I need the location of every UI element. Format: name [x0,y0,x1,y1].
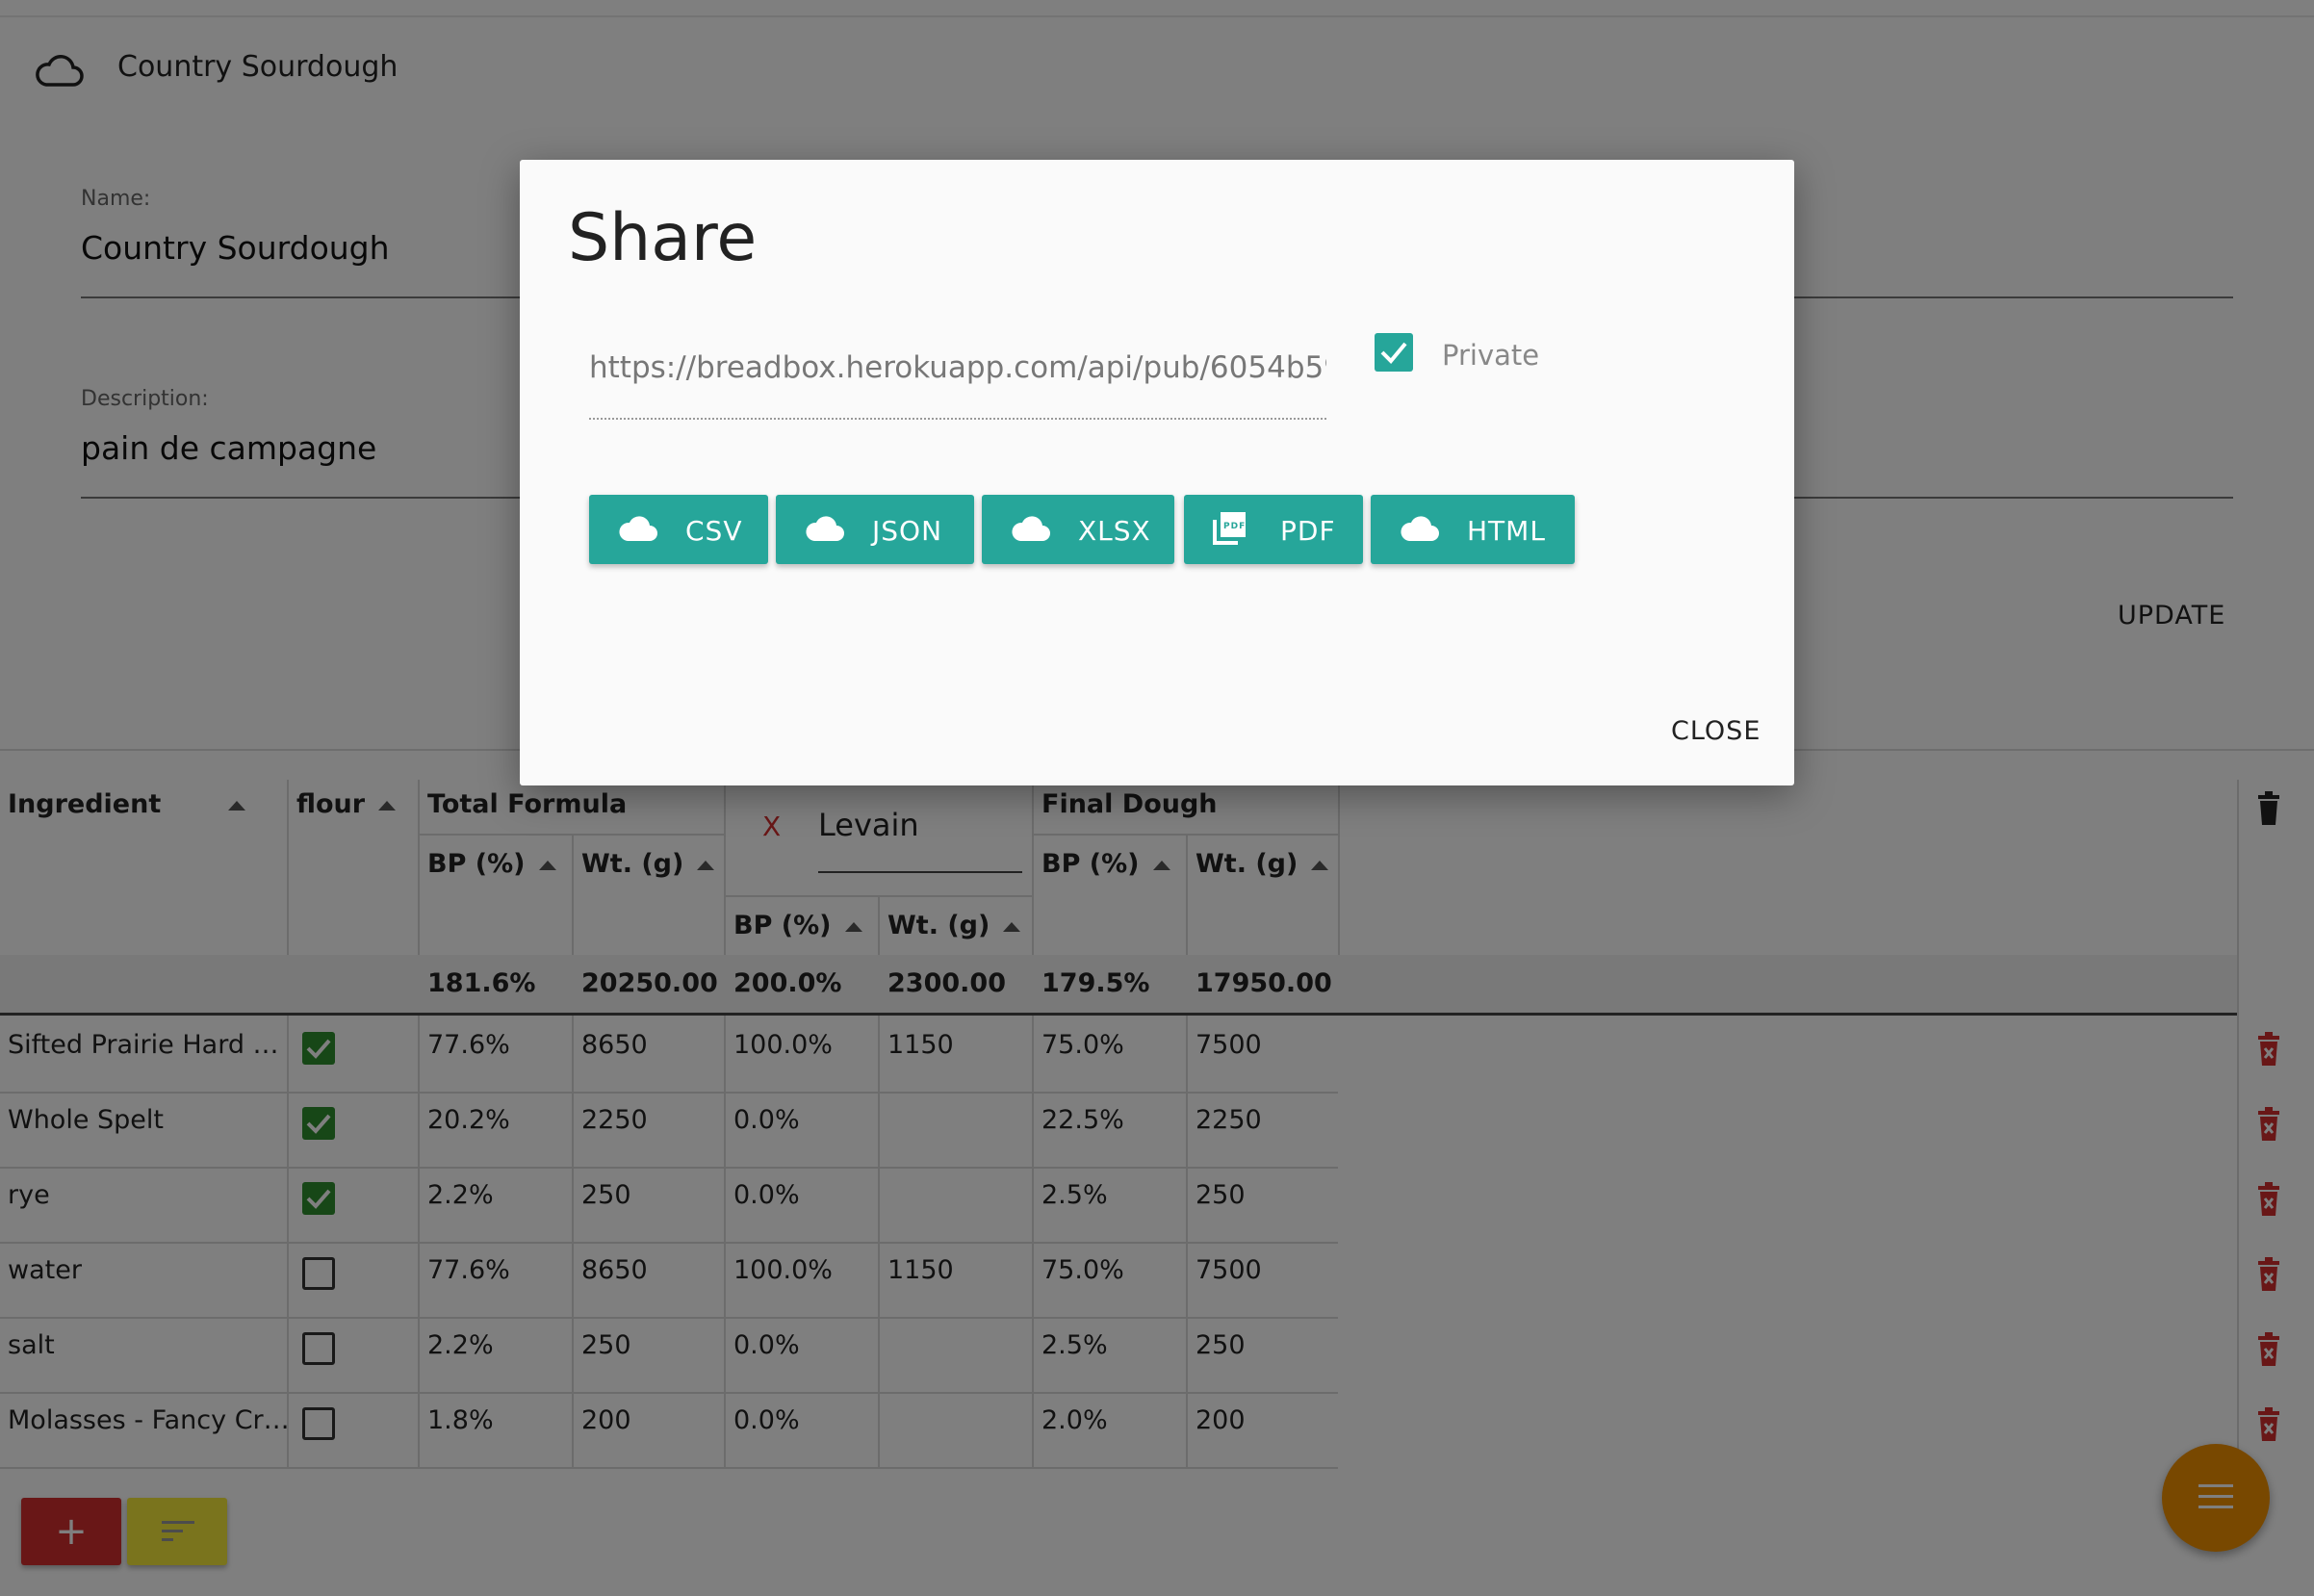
share-dialog: Share Private CSV JSON XLSX PDF PDF HTML… [520,160,1794,785]
url-underline [589,418,1326,420]
close-button[interactable]: CLOSE [1671,716,1761,746]
dialog-title: Share [568,200,758,276]
export-pdf-label: PDF [1280,515,1336,547]
export-pdf-button[interactable]: PDF PDF [1184,495,1363,564]
svg-text:PDF: PDF [1223,522,1246,531]
pdf-icon: PDF [1213,512,1246,545]
cloud-icon [1012,516,1050,541]
export-xlsx-label: XLSX [1078,515,1151,547]
cloud-icon [619,516,657,541]
export-xlsx-button[interactable]: XLSX [982,495,1174,564]
export-json-button[interactable]: JSON [776,495,974,564]
export-html-label: HTML [1467,515,1546,547]
cloud-icon [806,516,844,541]
private-label: Private [1442,339,1540,372]
export-csv-label: CSV [685,515,743,547]
export-html-button[interactable]: HTML [1371,495,1575,564]
cloud-icon [1401,516,1439,541]
private-checkbox[interactable] [1375,333,1413,372]
export-csv-button[interactable]: CSV [589,495,768,564]
export-json-label: JSON [872,515,943,547]
share-url-field[interactable] [589,348,1326,387]
